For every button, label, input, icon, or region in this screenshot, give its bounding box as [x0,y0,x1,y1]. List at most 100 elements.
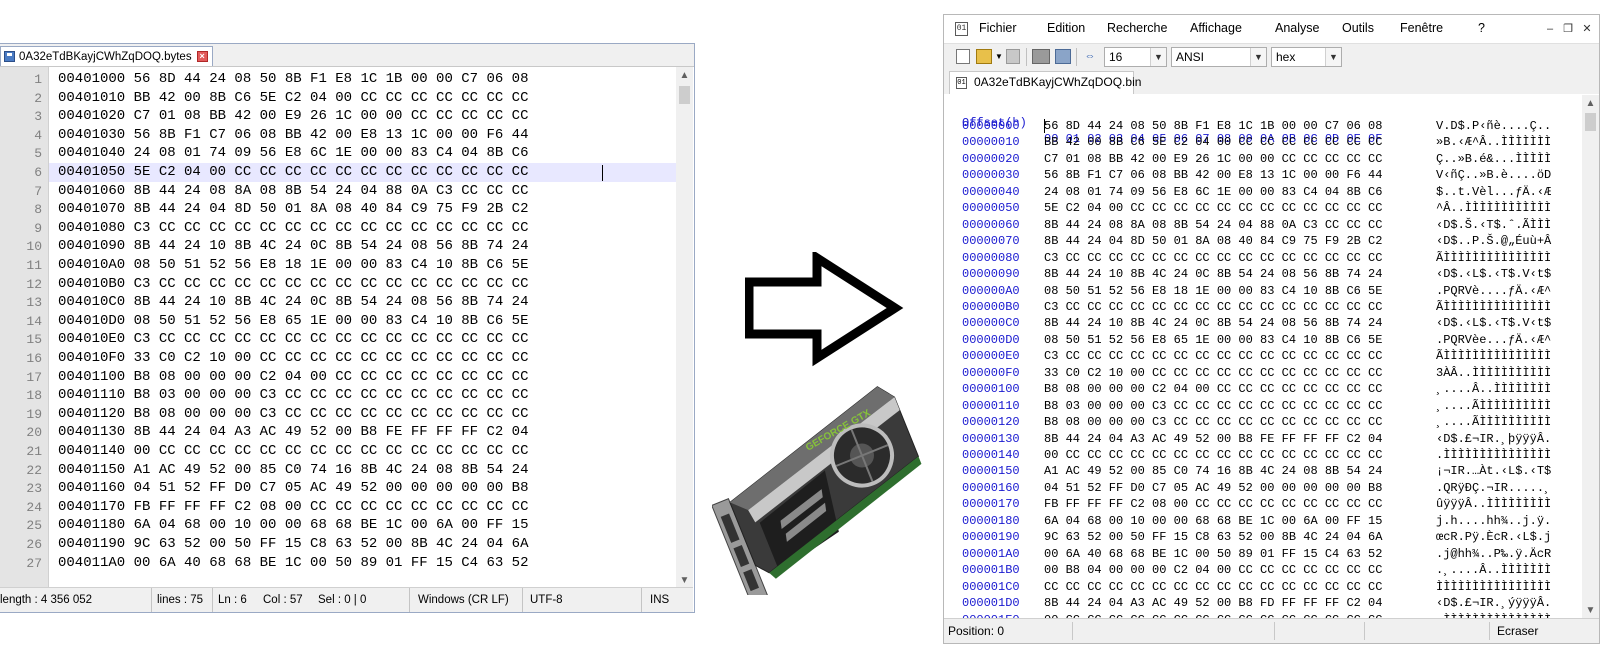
hex-row: 00000040 24 08 01 74 09 56 E8 6C 1E 00 00… [944,184,1582,200]
save-icon[interactable] [1006,49,1020,64]
menu-outils[interactable]: Outils [1342,21,1374,35]
row-bytes: 8B 44 24 10 8B 4C 24 0C 8B 54 24 08 56 8… [1044,316,1383,331]
display-mode-select[interactable]: hex ▼ [1271,47,1342,67]
row-offset: 00000110 [962,398,1020,413]
scroll-thumb[interactable] [679,86,690,104]
line-number: 10 [26,239,42,255]
row-offset: 00000070 [962,234,1020,249]
line-number: 22 [26,462,42,478]
line-number: 9 [34,220,42,236]
line-text: 004010A0 08 50 51 52 56 E8 18 1E 00 00 8… [58,257,529,273]
hex-row: 000000F0 33 C0 C2 10 00 CC CC CC CC CC CC… [944,365,1582,381]
app-icon[interactable]: 01 [955,22,968,36]
chevron-down-icon[interactable]: ▼ [1325,48,1341,66]
scroll-up-arrow-icon[interactable]: ▲ [676,67,693,84]
row-offset: 00000030 [962,168,1020,183]
disk-drive-icon[interactable] [1032,49,1050,64]
line-text: 00401180 6A 04 68 00 10 00 00 68 68 BE 1… [58,517,529,534]
code-line: 00401080 C3 CC CC CC CC CC CC CC CC CC C… [49,219,676,238]
row-ascii: V‹ñÇ..»B.è....öD [1436,168,1552,183]
row-bytes: 04 51 52 FF D0 C7 05 AC 49 52 00 00 00 0… [1044,480,1383,495]
scroll-down-arrow-icon[interactable]: ▼ [1582,602,1599,619]
row-offset: 00000010 [962,135,1020,150]
row-ascii: ‹D$.Š.‹T$.ˆ.ÃÌÌÌ [1436,217,1552,232]
row-bytes: 8B 44 24 04 A3 AC 49 52 00 B8 FE FF FF F… [1044,431,1383,446]
code-line: 004010A0 08 50 51 52 56 E8 18 1E 00 00 8… [49,256,676,275]
minimize-icon[interactable]: – [1544,23,1556,35]
menu-fenetre[interactable]: Fenêtre [1400,21,1443,35]
status-col: Col : 57 [263,594,303,606]
line-text: 00401190 9C 63 52 00 50 FF 15 C8 63 52 0… [58,536,529,552]
code-line: 00401040 24 08 01 74 09 56 E8 6C 1E 00 0… [49,144,676,163]
line-number: 18 [26,388,42,404]
row-ascii: 3ÀÂ..ÌÌÌÌÌÌÌÌÌÌÌ [1436,365,1552,380]
status-position: Position: 0 [948,624,1005,638]
code-line: 00401120 B8 08 00 00 00 C3 CC CC CC CC C… [49,405,676,424]
scroll-thumb[interactable] [1585,113,1596,131]
line-number: 17 [26,369,42,385]
right-arrow-icon [745,252,904,367]
text-caret [602,165,603,181]
row-offset: 00000080 [962,250,1020,265]
menu-help[interactable]: ? [1478,21,1485,35]
row-offset: 00000090 [962,267,1020,282]
row-bytes: 00 6A 40 68 68 BE 1C 00 50 89 01 FF 15 C… [1044,546,1383,561]
row-offset: 00000180 [962,513,1020,528]
row-ascii: ¸....ÃÌÌÌÌÌÌÌÌÌÌ [1436,398,1552,413]
status-bar: length : 4 356 052 lines : 75 Ln : 6 Col… [0,587,693,612]
row-ascii: V.D$.P‹ñè....Ç.. [1436,119,1552,133]
tab-bin-file[interactable]: 01 0A32eTdBKayjCWhZqDOQ.bin [949,71,1141,94]
open-folder-icon[interactable] [976,49,992,64]
hex-row: 000000C0 8B 44 24 10 8B 4C 24 0C 8B 54 24… [944,315,1582,331]
row-ascii: $..t.Vèl...ƒÄ.‹Æ [1436,184,1552,199]
row-bytes: 9C 63 52 00 50 FF 15 C8 63 52 00 8B 4C 2… [1044,530,1383,545]
code-line: 00401090 8B 44 24 10 8B 4C 24 0C 8B 54 2… [49,237,676,256]
menu-fichier[interactable]: Fichier [979,21,1017,35]
row-offset: 000000C0 [962,316,1020,331]
chevron-down-icon[interactable]: ▼ [1250,48,1266,66]
line-number: 8 [34,202,42,218]
chevron-down-icon[interactable]: ▼ [1150,48,1166,66]
bytes-per-row-select[interactable]: 16 ▼ [1104,47,1167,67]
line-number: 3 [34,109,42,125]
scroll-up-arrow-icon[interactable]: ▲ [1582,95,1599,112]
restore-icon[interactable]: ❐ [1562,23,1574,35]
row-ascii: ‹D$.‹L$.‹T$.V‹t$ [1436,267,1552,282]
text-area[interactable]: 00401000 56 8D 44 24 08 50 8B F1 E8 1C 1… [49,67,676,589]
hex-vertical-scrollbar[interactable]: ▲ ▼ [1582,95,1599,619]
menu-edition[interactable]: Edition [1047,21,1085,35]
close-icon[interactable]: ✕ [1581,23,1593,35]
code-line: 00401060 8B 44 24 08 8A 08 8B 54 24 04 8… [49,182,676,201]
new-file-icon[interactable] [956,49,970,64]
line-text: 00401120 B8 08 00 00 00 C3 CC CC CC CC C… [58,405,529,422]
hex-row: 000001D0 8B 44 24 04 A3 AC 49 52 00 B8 FD… [944,595,1582,611]
row-ascii: ^Â..ÌÌÌÌÌÌÌÌÌÌÌÌ [1436,201,1552,216]
line-text: 00401020 C7 01 08 BB 42 00 E9 26 1C 00 0… [58,108,529,125]
row-bytes: B8 08 00 00 00 C3 CC CC CC CC CC CC CC C… [1044,415,1383,430]
menu-analyse[interactable]: Analyse [1275,21,1319,35]
line-number: 14 [26,313,42,329]
line-number: 12 [26,276,42,292]
line-text: 00401110 B8 03 00 00 00 C3 CC CC CC CC C… [58,387,529,404]
menu-recherche[interactable]: Recherche [1107,21,1167,35]
row-bytes: 33 C0 C2 10 00 CC CC CC CC CC CC CC CC C… [1044,365,1383,380]
menu-affichage[interactable]: Affichage [1190,21,1242,35]
line-text: 00401100 B8 08 00 00 00 C2 04 00 CC CC C… [58,368,529,385]
hex-view[interactable]: Offset(h) 00 01 02 03 04 05 06 07 08 09 … [944,95,1582,619]
vertical-scrollbar[interactable]: ▲ ▼ [676,67,693,589]
line-number: 27 [26,555,42,571]
charset-select[interactable]: ANSI ▼ [1171,47,1267,67]
graphics-card-image: GEFORCE GTX [712,386,922,595]
row-offset: 000001B0 [962,563,1020,578]
ram-icon[interactable] [1055,49,1071,64]
status-line-count: lines : 75 [157,594,204,606]
row-ascii: .PQRVè....ƒÄ.‹Æ^ [1436,283,1552,298]
tab-bytes-file[interactable]: 0A32eTdBKayjCWhZqDOQ.bytes × [0,46,213,66]
close-tab-icon[interactable]: × [196,51,208,62]
row-bytes: A1 AC 49 52 00 85 C0 74 16 8B 4C 24 08 8… [1044,464,1383,479]
line-number: 26 [26,537,42,552]
code-line: 004010D0 08 50 51 52 56 E8 65 1E 00 00 8… [49,312,676,331]
open-dropdown-icon[interactable]: ▼ [995,49,1003,64]
hex-row: 00000090 8B 44 24 10 8B 4C 24 0C 8B 54 24… [944,266,1582,282]
binary-file-icon: 01 [956,77,967,89]
